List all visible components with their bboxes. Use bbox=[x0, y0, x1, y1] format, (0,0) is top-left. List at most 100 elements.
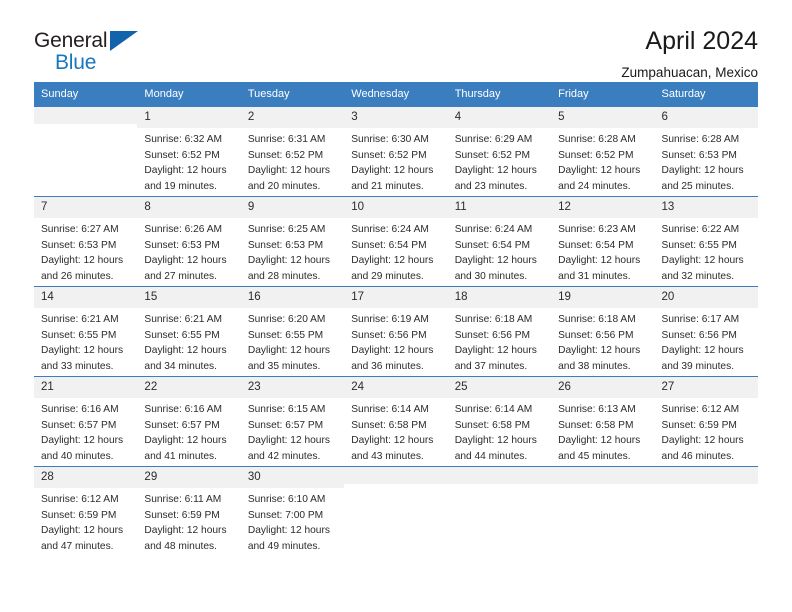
calendar-day-cell[interactable]: 22 Sunrise: 6:16 AM Sunset: 6:57 PM Dayligh… bbox=[137, 376, 241, 466]
day-details: Sunrise: 6:14 AM Sunset: 6:58 PM Daylight:… bbox=[448, 398, 551, 464]
calendar-day-cell[interactable]: 11 Sunrise: 6:24 AM Sunset: 6:54 PM Dayligh… bbox=[447, 196, 552, 286]
daylight-duration-line1: Daylight: 12 hours bbox=[661, 435, 744, 447]
daylight-duration-line1: Daylight: 12 hours bbox=[661, 255, 744, 267]
day-details: Sunrise: 6:25 AM Sunset: 6:53 PM Daylight:… bbox=[241, 218, 344, 284]
calendar-day-cell[interactable]: 18 Sunrise: 6:18 AM Sunset: 6:56 PM Dayligh… bbox=[447, 286, 552, 376]
day-number: 12 bbox=[551, 196, 655, 219]
day-number: 15 bbox=[137, 286, 241, 309]
day-details: Sunrise: 6:16 AM Sunset: 6:57 PM Daylight:… bbox=[137, 398, 240, 464]
daylight-duration-line2: and 20 minutes. bbox=[247, 180, 321, 192]
calendar-day-cell[interactable]: 14 Sunrise: 6:21 AM Sunset: 6:55 PM Dayligh… bbox=[34, 286, 138, 376]
daylight-duration-line1: Daylight: 12 hours bbox=[454, 345, 537, 357]
calendar-day-cell[interactable]: 19 Sunrise: 6:18 AM Sunset: 6:56 PM Dayligh… bbox=[551, 286, 655, 376]
daylight-duration-line2: and 42 minutes. bbox=[247, 450, 321, 462]
calendar-day-cell[interactable]: 28 Sunrise: 6:12 AM Sunset: 6:59 PM Dayligh… bbox=[34, 466, 138, 556]
sunset-time: Sunset: 6:53 PM bbox=[144, 239, 220, 251]
calendar-day-cell[interactable]: 27 Sunrise: 6:12 AM Sunset: 6:59 PM Dayligh… bbox=[654, 376, 758, 466]
calendar-day-cell[interactable]: 2 Sunrise: 6:31 AM Sunset: 6:52 PM Daylight… bbox=[240, 106, 345, 196]
calendar-day-cell[interactable]: 29 Sunrise: 6:11 AM Sunset: 6:59 PM Dayligh… bbox=[137, 466, 241, 556]
sunrise-time: Sunrise: 6:21 AM bbox=[144, 314, 223, 326]
day-number: 9 bbox=[240, 196, 345, 219]
day-details: Sunrise: 6:20 AM Sunset: 6:55 PM Daylight:… bbox=[241, 308, 344, 374]
daylight-duration-line2: and 41 minutes. bbox=[144, 450, 217, 462]
calendar-day-cell[interactable]: 10 Sunrise: 6:24 AM Sunset: 6:54 PM Dayligh… bbox=[344, 196, 448, 286]
sunrise-time: Sunrise: 6:32 AM bbox=[144, 134, 223, 146]
calendar-day-cell[interactable]: 6 Sunrise: 6:28 AM Sunset: 6:53 PM Daylight… bbox=[654, 106, 758, 196]
calendar-weeks: 1 Sunrise: 6:32 AM Sunset: 6:52 PM Daylight… bbox=[34, 106, 758, 556]
sunset-time: Sunset: 6:53 PM bbox=[247, 239, 324, 251]
day-number: 14 bbox=[34, 286, 138, 309]
calendar-day-cell-empty bbox=[34, 106, 138, 196]
calendar-day-cell[interactable]: 4 Sunrise: 6:29 AM Sunset: 6:52 PM Daylight… bbox=[447, 106, 552, 196]
weekday-header-sunday: Sunday bbox=[41, 88, 79, 100]
day-details: Sunrise: 6:26 AM Sunset: 6:53 PM Daylight:… bbox=[137, 218, 240, 284]
sunrise-time: Sunrise: 6:15 AM bbox=[247, 404, 326, 416]
calendar-day-cell[interactable]: 7 Sunrise: 6:27 AM Sunset: 6:53 PM Daylight… bbox=[34, 196, 138, 286]
calendar-day-cell[interactable]: 21 Sunrise: 6:16 AM Sunset: 6:57 PM Dayligh… bbox=[34, 376, 138, 466]
daylight-duration-line2: and 32 minutes. bbox=[661, 270, 735, 282]
day-number: 28 bbox=[34, 466, 138, 489]
day-details: Sunrise: 6:24 AM Sunset: 6:54 PM Daylight:… bbox=[448, 218, 551, 284]
daylight-duration-line2: and 45 minutes. bbox=[558, 450, 631, 462]
sunset-time: Sunset: 6:54 PM bbox=[454, 239, 531, 251]
sunrise-time: Sunrise: 6:16 AM bbox=[41, 404, 119, 416]
calendar-day-cell[interactable]: 24 Sunrise: 6:14 AM Sunset: 6:58 PM Dayligh… bbox=[344, 376, 448, 466]
weekday-header-saturday: Saturday bbox=[661, 88, 706, 100]
brand-name-blue: Blue bbox=[55, 51, 97, 74]
calendar-day-cell-empty bbox=[344, 466, 448, 556]
day-number: 17 bbox=[344, 286, 448, 309]
day-number: 23 bbox=[240, 376, 345, 399]
day-number bbox=[447, 466, 552, 484]
calendar-day-cell[interactable]: 25 Sunrise: 6:14 AM Sunset: 6:58 PM Dayligh… bbox=[447, 376, 552, 466]
daylight-duration-line2: and 30 minutes. bbox=[454, 270, 528, 282]
daylight-duration-line2: and 26 minutes. bbox=[41, 270, 114, 282]
weekday-header-tuesday: Tuesday bbox=[247, 88, 290, 100]
day-number: 7 bbox=[34, 196, 138, 219]
calendar-day-cell[interactable]: 23 Sunrise: 6:15 AM Sunset: 6:57 PM Dayligh… bbox=[240, 376, 345, 466]
calendar-day-cell-empty bbox=[551, 466, 655, 556]
calendar-day-cell[interactable]: 5 Sunrise: 6:28 AM Sunset: 6:52 PM Daylight… bbox=[551, 106, 655, 196]
sunrise-time: Sunrise: 6:17 AM bbox=[661, 314, 740, 326]
sunset-time: Sunset: 6:58 PM bbox=[454, 419, 531, 431]
calendar-day-cell[interactable]: 30 Sunrise: 6:10 AM Sunset: 7:00 PM Dayligh… bbox=[240, 466, 345, 556]
day-details: Sunrise: 6:28 AM Sunset: 6:53 PM Daylight:… bbox=[655, 128, 758, 194]
day-details: Sunrise: 6:21 AM Sunset: 6:55 PM Daylight:… bbox=[34, 308, 137, 374]
calendar-day-cell[interactable]: 26 Sunrise: 6:13 AM Sunset: 6:58 PM Dayligh… bbox=[551, 376, 655, 466]
sunset-time: Sunset: 6:59 PM bbox=[144, 509, 220, 521]
weekday-header-friday: Friday bbox=[558, 88, 589, 100]
calendar-day-cell[interactable]: 15 Sunrise: 6:21 AM Sunset: 6:55 PM Dayligh… bbox=[137, 286, 241, 376]
calendar-day-cell[interactable]: 1 Sunrise: 6:32 AM Sunset: 6:52 PM Daylight… bbox=[137, 106, 241, 196]
sunrise-time: Sunrise: 6:24 AM bbox=[454, 224, 533, 236]
daylight-duration-line1: Daylight: 12 hours bbox=[144, 165, 227, 177]
day-details: Sunrise: 6:21 AM Sunset: 6:55 PM Daylight:… bbox=[137, 308, 240, 374]
sunrise-time: Sunrise: 6:24 AM bbox=[351, 224, 429, 236]
day-number: 21 bbox=[34, 376, 138, 399]
daylight-duration-line2: and 38 minutes. bbox=[558, 360, 631, 372]
sunrise-time: Sunrise: 6:13 AM bbox=[558, 404, 636, 416]
day-number: 1 bbox=[137, 106, 241, 129]
day-number: 19 bbox=[551, 286, 655, 309]
calendar-day-cell[interactable]: 17 Sunrise: 6:19 AM Sunset: 6:56 PM Dayligh… bbox=[344, 286, 448, 376]
calendar-day-cell[interactable]: 13 Sunrise: 6:22 AM Sunset: 6:55 PM Dayligh… bbox=[654, 196, 758, 286]
sunset-time: Sunset: 7:00 PM bbox=[247, 509, 324, 521]
calendar-day-cell[interactable]: 9 Sunrise: 6:25 AM Sunset: 6:53 PM Daylight… bbox=[240, 196, 345, 286]
day-details: Sunrise: 6:31 AM Sunset: 6:52 PM Daylight:… bbox=[241, 128, 344, 194]
sunrise-time: Sunrise: 6:14 AM bbox=[351, 404, 429, 416]
daylight-duration-line2: and 27 minutes. bbox=[144, 270, 217, 282]
weekday-header-wednesday: Wednesday bbox=[351, 88, 410, 100]
calendar-week-row: 21 Sunrise: 6:16 AM Sunset: 6:57 PM Dayligh… bbox=[34, 375, 758, 466]
calendar-day-cell[interactable]: 3 Sunrise: 6:30 AM Sunset: 6:52 PM Daylight… bbox=[344, 106, 448, 196]
calendar-day-cell[interactable]: 16 Sunrise: 6:20 AM Sunset: 6:55 PM Dayligh… bbox=[240, 286, 345, 376]
weekday-header-row: Sunday Monday Tuesday Wednesday Thursday… bbox=[34, 82, 758, 107]
calendar-day-cell[interactable]: 20 Sunrise: 6:17 AM Sunset: 6:56 PM Dayligh… bbox=[654, 286, 758, 376]
day-number: 3 bbox=[344, 106, 448, 129]
calendar-day-cell[interactable]: 8 Sunrise: 6:26 AM Sunset: 6:53 PM Daylight… bbox=[137, 196, 241, 286]
daylight-duration-line1: Daylight: 12 hours bbox=[41, 255, 124, 267]
calendar-day-cell-empty bbox=[447, 466, 552, 556]
day-details: Sunrise: 6:13 AM Sunset: 6:58 PM Daylight:… bbox=[551, 398, 654, 464]
calendar-day-cell[interactable]: 12 Sunrise: 6:23 AM Sunset: 6:54 PM Dayligh… bbox=[551, 196, 655, 286]
day-number: 29 bbox=[137, 466, 241, 489]
day-number: 30 bbox=[240, 466, 345, 489]
sunset-time: Sunset: 6:57 PM bbox=[41, 419, 117, 431]
calendar-day-cell-empty bbox=[654, 466, 758, 556]
